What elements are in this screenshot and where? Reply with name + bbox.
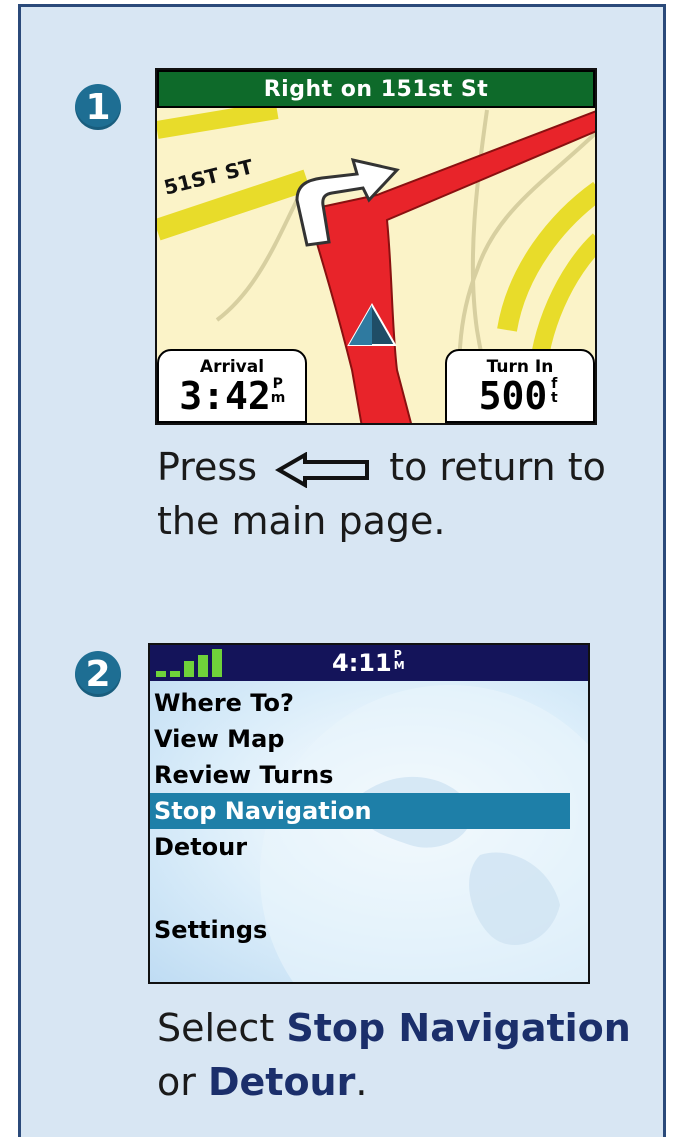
main-menu-screen: 4:11 P M Where To? View Map Review Turns S… xyxy=(148,643,590,984)
step-2-badge: 2 xyxy=(75,651,121,697)
instruction-1-post: to return to xyxy=(389,445,606,489)
step-1-badge: 1 xyxy=(75,84,121,130)
status-bar: 4:11 P M xyxy=(150,645,588,681)
menu-item-review-turns[interactable]: Review Turns xyxy=(150,757,588,793)
clock: 4:11 P M xyxy=(332,649,405,677)
instruction-1-line2: the main page. xyxy=(157,499,446,543)
map-screen[interactable]: 51ST ST Right on 151st St Arrival 3:42 Pm… xyxy=(155,68,597,425)
turn-in-unit: ft xyxy=(547,377,561,405)
turn-in-data-field[interactable]: Turn In 500 f t xyxy=(445,349,595,423)
menu-item-stop-navigation[interactable]: Stop Navigation xyxy=(150,793,570,829)
clock-ampm: PM xyxy=(394,649,405,671)
arrival-unit: Pm xyxy=(270,377,286,406)
signal-strength-icon xyxy=(156,649,222,677)
instruction-1-pre: Press xyxy=(157,445,258,489)
menu-list: Where To? View Map Review Turns Stop Nav… xyxy=(150,685,588,948)
clock-time: 4:11 xyxy=(332,649,392,677)
turn-in-unit-bottom: t xyxy=(550,390,558,406)
step-1-number: 1 xyxy=(85,86,111,128)
menu-item-detour[interactable]: Detour xyxy=(150,829,588,865)
menu-item-settings[interactable]: Settings xyxy=(150,912,588,948)
instruction-2-pre: Select xyxy=(157,1006,275,1050)
turn-banner-text: Right on 151st St xyxy=(263,76,489,102)
menu-spacer xyxy=(150,865,588,912)
clock-ampm-bottom: M xyxy=(393,659,405,672)
instruction-2-detour: Detour xyxy=(207,1060,356,1104)
instruction-2-or: or xyxy=(157,1060,196,1104)
turn-banner: Right on 151st St xyxy=(157,70,595,108)
back-arrow-icon xyxy=(275,451,370,488)
menu-item-view-map[interactable]: View Map xyxy=(150,721,588,757)
instruction-2-stop-navigation: Stop Navigation xyxy=(286,1006,631,1050)
step-2-number: 2 xyxy=(85,653,111,695)
arrival-unit-bottom: m xyxy=(270,390,286,406)
arrival-data-field[interactable]: Arrival 3:42 Pm xyxy=(157,349,307,423)
instruction-2-period: . xyxy=(355,1060,368,1104)
turn-in-value: 500 xyxy=(478,374,548,418)
instruction-1: Press to return to the main page. xyxy=(157,440,606,548)
arrival-value: 3:42 xyxy=(179,374,271,418)
menu-item-where-to[interactable]: Where To? xyxy=(150,685,588,721)
instruction-2: Select Stop Navigation or Detour. xyxy=(157,1001,631,1109)
